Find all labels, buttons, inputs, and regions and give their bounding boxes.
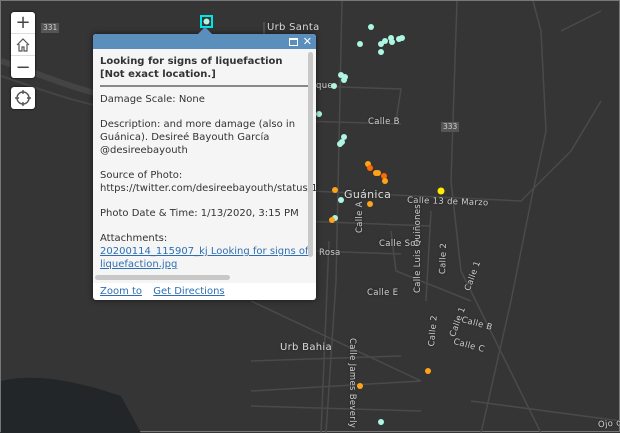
damage-point-none[interactable] [368,24,374,30]
damage-point-none[interactable] [338,197,344,203]
damage-point-minor[interactable] [367,201,373,207]
get-directions-link[interactable]: Get Directions [153,286,224,297]
popup-header: ✕ [93,34,316,49]
damage-point-moderate[interactable] [381,173,387,179]
damage-point-none[interactable] [357,41,363,47]
damage-point-minor[interactable] [425,368,431,374]
feature-popup: ✕ Looking for signs of liquefaction [Not… [93,27,316,300]
home-button[interactable] [11,34,35,56]
zoom-controls: + − [11,12,35,78]
damage-point-none[interactable] [389,39,395,45]
description-line: Guánica). Desireé Bayouth García [100,132,270,143]
popup-actions: Zoom to Get Directions [100,286,233,297]
attachment-link-line[interactable]: liquefaction.jpg [100,259,177,270]
description-line: @desireebayouth [100,145,188,156]
source-url: https://twitter.com/desireebayouth/statu… [100,183,316,194]
attachment-link[interactable]: 20200114_115907_kj Looking for signs of l… [100,246,309,270]
locate-control [11,87,35,109]
damage-point-none[interactable] [331,83,337,89]
damage-point-minor[interactable] [332,187,338,193]
selected-damage-point[interactable] [203,18,210,25]
attachment-link-line[interactable]: 20200114_115907_kj Looking for signs of [100,246,309,257]
damage-point-none[interactable] [378,419,384,425]
damage-point-minor[interactable] [329,217,335,223]
zoom-in-button[interactable]: + [11,12,35,34]
locate-icon [15,90,31,106]
damage-point-minor[interactable] [357,383,363,389]
damage-point-minor[interactable] [382,178,388,184]
close-icon[interactable]: ✕ [303,35,312,48]
popup-pointer [197,27,213,35]
attachments: Attachments: 20200114_115907_kj Looking f… [100,232,309,271]
damage-point-yellow[interactable] [437,187,445,195]
damage-point-moderate[interactable] [367,165,373,171]
description: Description: and more damage (also in Guá… [100,118,309,157]
damage-point-none[interactable] [341,77,347,83]
photo-date: Photo Date & Time: 1/13/2020, 3:15 PM [100,208,299,219]
popup-title: Looking for signs of liquefaction [Not e… [100,55,309,87]
source-label: Source of Photo: [100,170,183,181]
damage-point-minor[interactable] [375,170,381,176]
horizontal-scrollbar[interactable] [95,275,230,280]
zoom-out-button[interactable]: − [11,56,35,78]
damage-scale: Damage Scale: None [100,94,205,105]
locate-button[interactable] [11,87,35,109]
attachments-label: Attachments: [100,233,168,244]
zoom-to-link[interactable]: Zoom to [100,286,142,297]
damage-point-none[interactable] [316,111,322,117]
popup-content: Looking for signs of liquefaction [Not e… [93,49,316,283]
source-of-photo: Source of Photo: https://twitter.com/desi… [100,169,316,195]
vertical-scrollbar[interactable] [308,52,313,257]
maximize-icon[interactable] [288,37,298,46]
damage-point-none[interactable] [378,49,384,55]
damage-point-none[interactable] [399,35,405,41]
home-icon [16,37,30,52]
description-line: Description: and more damage (also in [100,119,296,130]
damage-point-none[interactable] [382,38,388,44]
damage-point-none[interactable] [337,141,343,147]
